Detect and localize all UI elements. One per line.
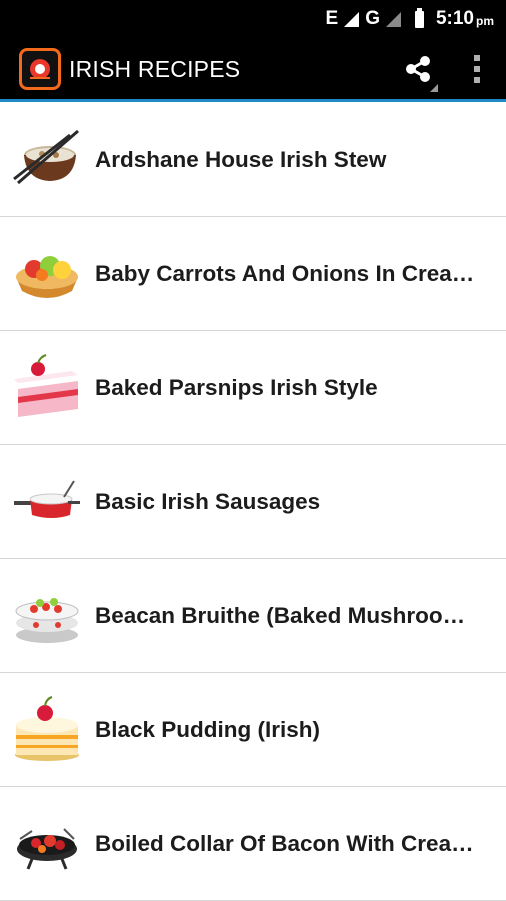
overflow-menu-button[interactable] bbox=[448, 38, 506, 100]
recipe-title: Baby Carrots And Onions In Crea… bbox=[95, 260, 475, 286]
layer-cake-icon bbox=[15, 695, 79, 761]
share-button[interactable] bbox=[388, 38, 448, 100]
list-item[interactable]: Baby Carrots And Onions In Crea… bbox=[0, 217, 506, 331]
signal-icon bbox=[344, 11, 360, 27]
list-item[interactable]: Baked Parsnips Irish Style bbox=[0, 331, 506, 445]
clock-ampm: pm bbox=[476, 14, 494, 28]
app-title: IRISH RECIPES bbox=[69, 55, 241, 82]
grill-icon bbox=[17, 827, 77, 870]
list-item[interactable]: Ardshane House Irish Stew bbox=[0, 103, 506, 217]
signal-weak-icon bbox=[385, 11, 401, 27]
recipe-title: Baked Parsnips Irish Style bbox=[95, 374, 378, 400]
share-icon bbox=[406, 56, 430, 82]
list-item[interactable]: Black Pudding (Irish) bbox=[0, 673, 506, 787]
clock-time: 5:10 bbox=[435, 8, 474, 29]
recipe-title: Boiled Collar Of Bacon With Crea… bbox=[95, 830, 474, 856]
network-type-g: G bbox=[365, 8, 380, 29]
status-bar: E G 5:10 pm bbox=[0, 0, 506, 38]
app-bar: IRISH RECIPES bbox=[0, 38, 506, 102]
network-type-e: E bbox=[325, 8, 339, 29]
recipe-title: Black Pudding (Irish) bbox=[95, 716, 321, 742]
salad-plate-icon bbox=[15, 597, 79, 643]
recipe-title: Basic Irish Sausages bbox=[95, 488, 321, 514]
app-logo-icon bbox=[19, 48, 61, 90]
list-item[interactable]: Basic Irish Sausages bbox=[0, 445, 506, 559]
list-item[interactable]: Boiled Collar Of Bacon With Crea… bbox=[0, 787, 506, 901]
battery-icon bbox=[414, 7, 424, 28]
recipe-title: Ardshane House Irish Stew bbox=[95, 146, 387, 172]
stew-bowl-icon bbox=[13, 129, 79, 184]
overflow-menu-icon bbox=[474, 55, 480, 83]
saucepan-icon bbox=[14, 479, 80, 518]
submenu-indicator-icon bbox=[430, 84, 438, 92]
cake-slice-icon bbox=[14, 353, 78, 417]
fruit-tart-icon bbox=[16, 255, 78, 298]
list-item[interactable]: Beacan Bruithe (Baked Mushroo… bbox=[0, 559, 506, 673]
recipe-list: Ardshane House Irish Stew Baby Carrots A… bbox=[0, 103, 506, 901]
recipe-title: Beacan Bruithe (Baked Mushroo… bbox=[95, 602, 466, 628]
